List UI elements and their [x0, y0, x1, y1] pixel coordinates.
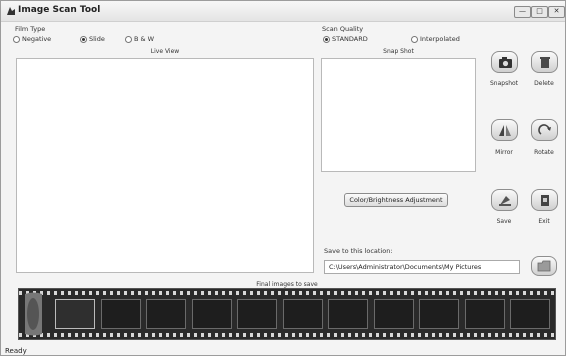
film-type-bw-radio[interactable] [125, 36, 132, 43]
snapshot-label: Snapshot [489, 80, 519, 87]
mirror-label: Mirror [495, 149, 513, 156]
mirror-icon [499, 125, 511, 136]
delete-label: Delete [534, 80, 554, 87]
film-frame[interactable] [510, 299, 550, 329]
minimize-button[interactable]: — [514, 6, 531, 18]
trash-icon [540, 57, 550, 68]
browse-folder-button[interactable] [531, 256, 557, 276]
rotate-label: Rotate [534, 149, 554, 156]
scan-quality-label: Scan Quality [322, 25, 364, 33]
save-button[interactable] [491, 189, 518, 211]
color-brightness-button[interactable]: Color/Brightness Adjustment [344, 193, 448, 207]
film-roll-icon [25, 292, 42, 336]
title-bar[interactable]: Image Scan Tool — □ ✕ [1, 1, 565, 22]
exit-button[interactable] [531, 189, 558, 211]
film-frame[interactable] [237, 299, 277, 329]
film-frame[interactable] [464, 299, 505, 329]
camera-icon [499, 57, 512, 68]
save-icon [499, 196, 511, 206]
film-type-label: Film Type [15, 25, 46, 33]
rotate-icon [538, 124, 551, 135]
scan-quality-interpolated-radio[interactable] [411, 36, 418, 43]
film-frame[interactable] [55, 299, 95, 329]
save-path-field[interactable]: C:\Users\Administrator\Documents\My Pict… [324, 260, 520, 274]
window-title: Image Scan Tool [18, 5, 101, 15]
film-type-negative-radio[interactable] [13, 36, 20, 43]
maximize-button[interactable]: □ [531, 6, 548, 18]
snap-shot-caption: Snap Shot [383, 48, 414, 55]
scan-quality-standard-label: STANDARD [332, 35, 368, 43]
filmstrip [18, 288, 556, 340]
film-type-slide-radio[interactable] [80, 36, 87, 43]
status-text: Ready [5, 347, 27, 355]
film-frame[interactable] [282, 299, 323, 329]
film-type-negative-label: Negative [22, 35, 52, 43]
mirror-button[interactable] [491, 119, 518, 141]
film-frame[interactable] [419, 299, 459, 329]
save-label: Save [496, 218, 512, 225]
folder-icon [537, 260, 551, 272]
close-button[interactable]: ✕ [548, 6, 565, 18]
film-frame[interactable] [146, 299, 186, 329]
main-window: Image Scan Tool — □ ✕ Film Type Negative… [0, 0, 566, 356]
rotate-button[interactable] [531, 119, 558, 141]
film-perforations-bottom [19, 333, 555, 337]
live-view-caption: Live View [150, 48, 180, 55]
delete-button[interactable] [531, 51, 558, 73]
snap-shot-panel [321, 58, 476, 172]
film-frame[interactable] [100, 299, 141, 329]
live-view-panel [16, 58, 314, 273]
scan-quality-interpolated-label: Interpolated [420, 35, 460, 43]
film-frame[interactable] [328, 299, 368, 329]
save-location-label: Save to this location: [324, 247, 393, 255]
film-type-slide-label: Slide [89, 35, 105, 43]
film-frame[interactable] [373, 299, 414, 329]
exit-label: Exit [538, 218, 550, 225]
scan-quality-standard-radio[interactable] [323, 36, 330, 43]
film-type-bw-label: B & W [134, 35, 155, 43]
filmstrip-caption: Final images to save [256, 281, 318, 288]
snapshot-button[interactable] [491, 51, 518, 73]
film-frame[interactable] [191, 299, 232, 329]
exit-icon [541, 195, 549, 206]
film-perforations-top [19, 291, 555, 295]
app-icon [7, 7, 15, 15]
